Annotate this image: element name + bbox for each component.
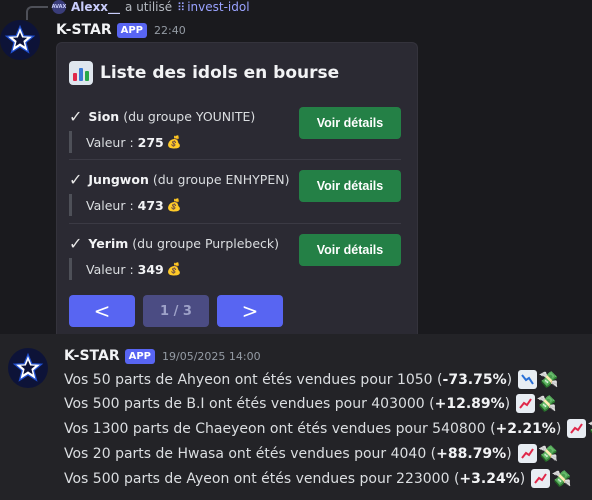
bot-username[interactable]: K-STAR [64,348,120,364]
sale-emojis: 💸 [518,370,559,389]
sale-emojis: 💸 [531,469,572,488]
sale-percentage: +3.24% [459,470,520,487]
sale-line: Vos 500 parts de B.I ont étés vendues po… [64,394,557,413]
idol-name: Jungwon [88,172,149,187]
chart-increasing-icon [567,419,587,438]
idol-group: (du groupe ENHYPEN) [152,172,290,187]
star-logo-icon [4,24,36,54]
money-wings-icon: 💸 [538,370,559,389]
chart-increasing-icon [517,444,537,463]
app-badge: APP [116,22,148,38]
check-icon: ✓ [69,107,83,126]
sale-text: Vos 1300 parts de Chaeyeon ont étés vend… [64,420,496,437]
idol-value-line: Valeur : 349 💰 [69,258,182,280]
sale-close: ) [555,420,562,437]
bot-avatar[interactable] [0,20,40,60]
sale-line: Vos 20 parts de Hwasa ont étés vendues p… [64,444,558,463]
reply-command[interactable]: invest-idol [187,0,249,14]
view-details-button[interactable]: Voir détails [299,170,401,202]
sale-emojis: 💸 [567,419,592,438]
value-label: Valeur : [86,261,134,277]
previous-page-button[interactable]: < [69,295,135,327]
idol-group: (du groupe Purplebeck) [132,236,280,251]
timestamp[interactable]: 22:40 [154,24,186,37]
divider [69,223,401,224]
message-2: K-STAR APP 19/05/2025 14:00 Vos 50 parts… [0,334,592,500]
idol-value: 275 [137,134,164,150]
sale-percentage: +12.89% [434,395,505,412]
value-label: Valeur : [86,197,134,213]
idol-list-embed: Liste des idols en bourse ✓ Sion (du gro… [56,42,418,334]
bot-avatar[interactable] [8,348,48,388]
sale-close: ) [506,371,513,388]
idol-row: ✓ Yerim (du groupe Purplebeck) Valeur : … [69,234,401,296]
bar-chart-icon [69,61,93,85]
sale-text: Vos 50 parts de Ahyeon ont étés vendues … [64,371,443,388]
money-wings-icon: 💸 [536,394,557,413]
sale-line: Vos 1300 parts de Chaeyeon ont étés vend… [64,419,592,438]
idol-value: 349 [137,261,164,277]
idol-name-line: ✓ Sion (du groupe YOUNITE) [69,107,255,126]
chart-increasing-icon [531,469,551,488]
money-bag-icon: 💰 [166,198,182,212]
sale-text: Vos 20 parts de Hwasa ont étés vendues p… [64,445,437,462]
idol-name: Sion [88,109,120,124]
chart-increasing-icon [516,394,536,413]
sale-close: ) [519,470,526,487]
idol-name-line: ✓ Jungwon (du groupe ENHYPEN) [69,170,289,189]
sale-text: Vos 500 parts de B.I ont étés vendues po… [64,395,435,412]
idol-name: Yerim [88,236,129,251]
sale-text: Vos 500 parts de Ayeon ont étés vendues … [64,470,460,487]
divider [69,159,401,160]
idol-name-line: ✓ Yerim (du groupe Purplebeck) [69,234,279,253]
chart-decreasing-icon [518,370,538,389]
idol-value-line: Valeur : 473 💰 [69,194,182,216]
check-icon: ✓ [69,170,83,189]
sale-emojis: 💸 [516,394,557,413]
money-wings-icon: 💸 [538,444,559,463]
check-icon: ✓ [69,234,83,253]
embed-title: Liste des idols en bourse [69,61,339,85]
bot-username[interactable]: K-STAR [56,22,112,38]
view-details-button[interactable]: Voir détails [299,234,401,266]
money-bag-icon: 💰 [166,135,182,149]
timestamp[interactable]: 19/05/2025 14:00 [162,350,261,363]
money-wings-icon: 💸 [588,419,592,438]
sale-close: ) [506,445,512,462]
money-bag-icon: 💰 [166,262,182,276]
idol-value-line: Valeur : 275 💰 [69,131,182,153]
next-page-button[interactable]: > [217,295,283,327]
star-logo-icon [12,352,44,382]
reply-context[interactable]: AVAX Alexx__ a utilisé ⠿ invest-idol [30,0,250,14]
embed-title-text: Liste des idols en bourse [100,63,340,83]
page-indicator: 1 / 3 [143,295,209,327]
sale-close: ) [504,395,511,412]
value-label: Valeur : [86,134,134,150]
idol-value: 473 [137,197,164,213]
sale-line: Vos 50 parts de Ahyeon ont étés vendues … [64,370,559,389]
reply-username[interactable]: Alexx__ [71,0,120,14]
sale-emojis: 💸 [517,444,559,463]
pagination: < 1 / 3 > [69,295,283,327]
sale-percentage: -73.75% [442,371,507,388]
idol-group: (du groupe YOUNITE) [123,109,256,124]
sale-percentage: +2.21% [495,420,556,437]
app-badge: APP [124,348,156,364]
sale-percentage: +88.79% [436,445,507,462]
message-header: K-STAR APP 22:40 [56,22,186,38]
slash-command-icon: ⠿ [177,0,186,14]
reply-action: a utilisé [125,0,173,14]
reply-avatar[interactable]: AVAX [52,0,66,14]
money-wings-icon: 💸 [551,469,572,488]
sale-line: Vos 500 parts de Ayeon ont étés vendues … [64,469,572,488]
message-header: K-STAR APP 19/05/2025 14:00 [64,348,261,364]
view-details-button[interactable]: Voir détails [299,107,401,139]
message-1: AVAX Alexx__ a utilisé ⠿ invest-idol K-S… [0,0,592,334]
